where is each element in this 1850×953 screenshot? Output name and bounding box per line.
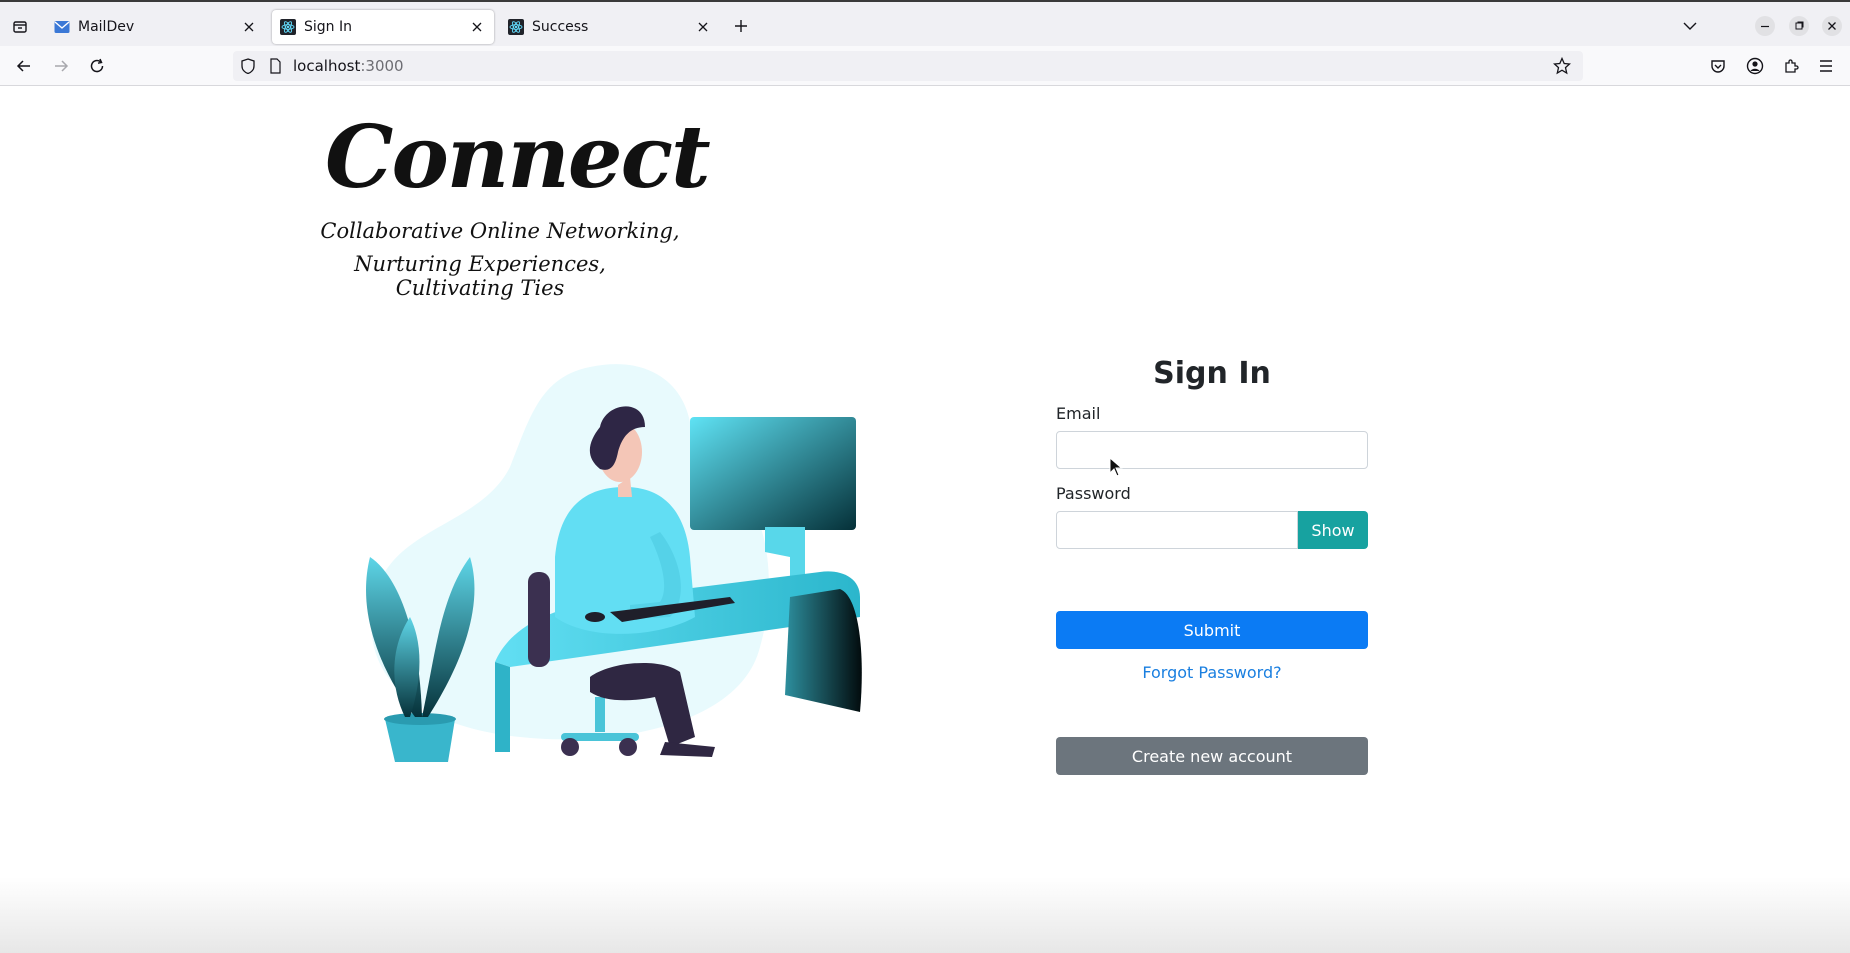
logo-tagline-line2: Nurturing Experiences, Cultivating Ties (354, 252, 606, 300)
form-title: Sign In (1153, 356, 1271, 391)
connect-logo: Connect Collaborative Online Networking,… (295, 107, 711, 300)
restore-icon[interactable] (1788, 15, 1810, 37)
password-row: Show (1056, 511, 1368, 549)
shield-icon[interactable] (241, 58, 255, 78)
show-password-button[interactable]: Show (1298, 511, 1368, 549)
pocket-icon[interactable] (1706, 54, 1730, 78)
page-content: Connect Collaborative Online Networking,… (0, 87, 1850, 953)
react-icon (508, 19, 524, 35)
password-field[interactable] (1056, 511, 1298, 549)
person-at-desk-illustration (366, 364, 862, 762)
logo-tagline-line1: Collaborative Online Networking, (320, 219, 680, 243)
forgot-password-link[interactable]: Forgot Password? (1056, 663, 1368, 685)
url-port: :3000 (360, 57, 404, 75)
reload-icon[interactable] (85, 54, 109, 78)
mouse-cursor-icon (1109, 457, 1123, 477)
close-tab-icon[interactable] (692, 16, 714, 38)
browser-navigation-bar: localhost:3000 (0, 46, 1850, 86)
page-info-icon[interactable] (269, 58, 281, 78)
tab-list-icon[interactable] (8, 15, 32, 39)
close-tab-icon[interactable] (238, 16, 260, 38)
chevron-down-icon[interactable] (1679, 15, 1701, 37)
tab-maildev[interactable]: MailDev (46, 10, 266, 44)
url-text[interactable]: localhost:3000 (293, 57, 404, 75)
close-window-icon[interactable] (1821, 15, 1843, 37)
bookmark-star-icon[interactable] (1552, 56, 1572, 79)
url-bar[interactable]: localhost:3000 (233, 51, 1583, 81)
new-tab-icon[interactable] (730, 15, 752, 37)
tab-title: MailDev (78, 19, 135, 35)
forward-arrow-icon[interactable] (49, 54, 73, 78)
react-icon (280, 19, 296, 35)
page-bottom-shade (0, 877, 1850, 953)
email-label: Email (1056, 404, 1101, 423)
extensions-icon[interactable] (1779, 54, 1803, 78)
account-icon[interactable] (1743, 54, 1767, 78)
url-host: localhost (293, 57, 361, 75)
back-arrow-icon[interactable] (12, 54, 36, 78)
logo-title: Connect (325, 107, 711, 208)
tab-success[interactable]: Success (500, 10, 720, 44)
minimize-icon[interactable] (1754, 15, 1776, 37)
email-field[interactable] (1056, 431, 1368, 469)
tab-sign-in[interactable]: Sign In (272, 10, 494, 44)
menu-icon[interactable] (1814, 54, 1838, 78)
tab-title: Sign In (304, 19, 352, 35)
sign-in-form: Sign In Email Password Show Submit Forgo… (1056, 353, 1368, 775)
password-label: Password (1056, 484, 1131, 503)
mail-icon (54, 19, 70, 35)
browser-tab-bar: MailDev Sign In Success (0, 0, 1850, 46)
close-tab-icon[interactable] (466, 16, 488, 38)
tab-title: Success (532, 19, 589, 35)
create-account-button[interactable]: Create new account (1056, 737, 1368, 775)
submit-button[interactable]: Submit (1056, 611, 1368, 649)
